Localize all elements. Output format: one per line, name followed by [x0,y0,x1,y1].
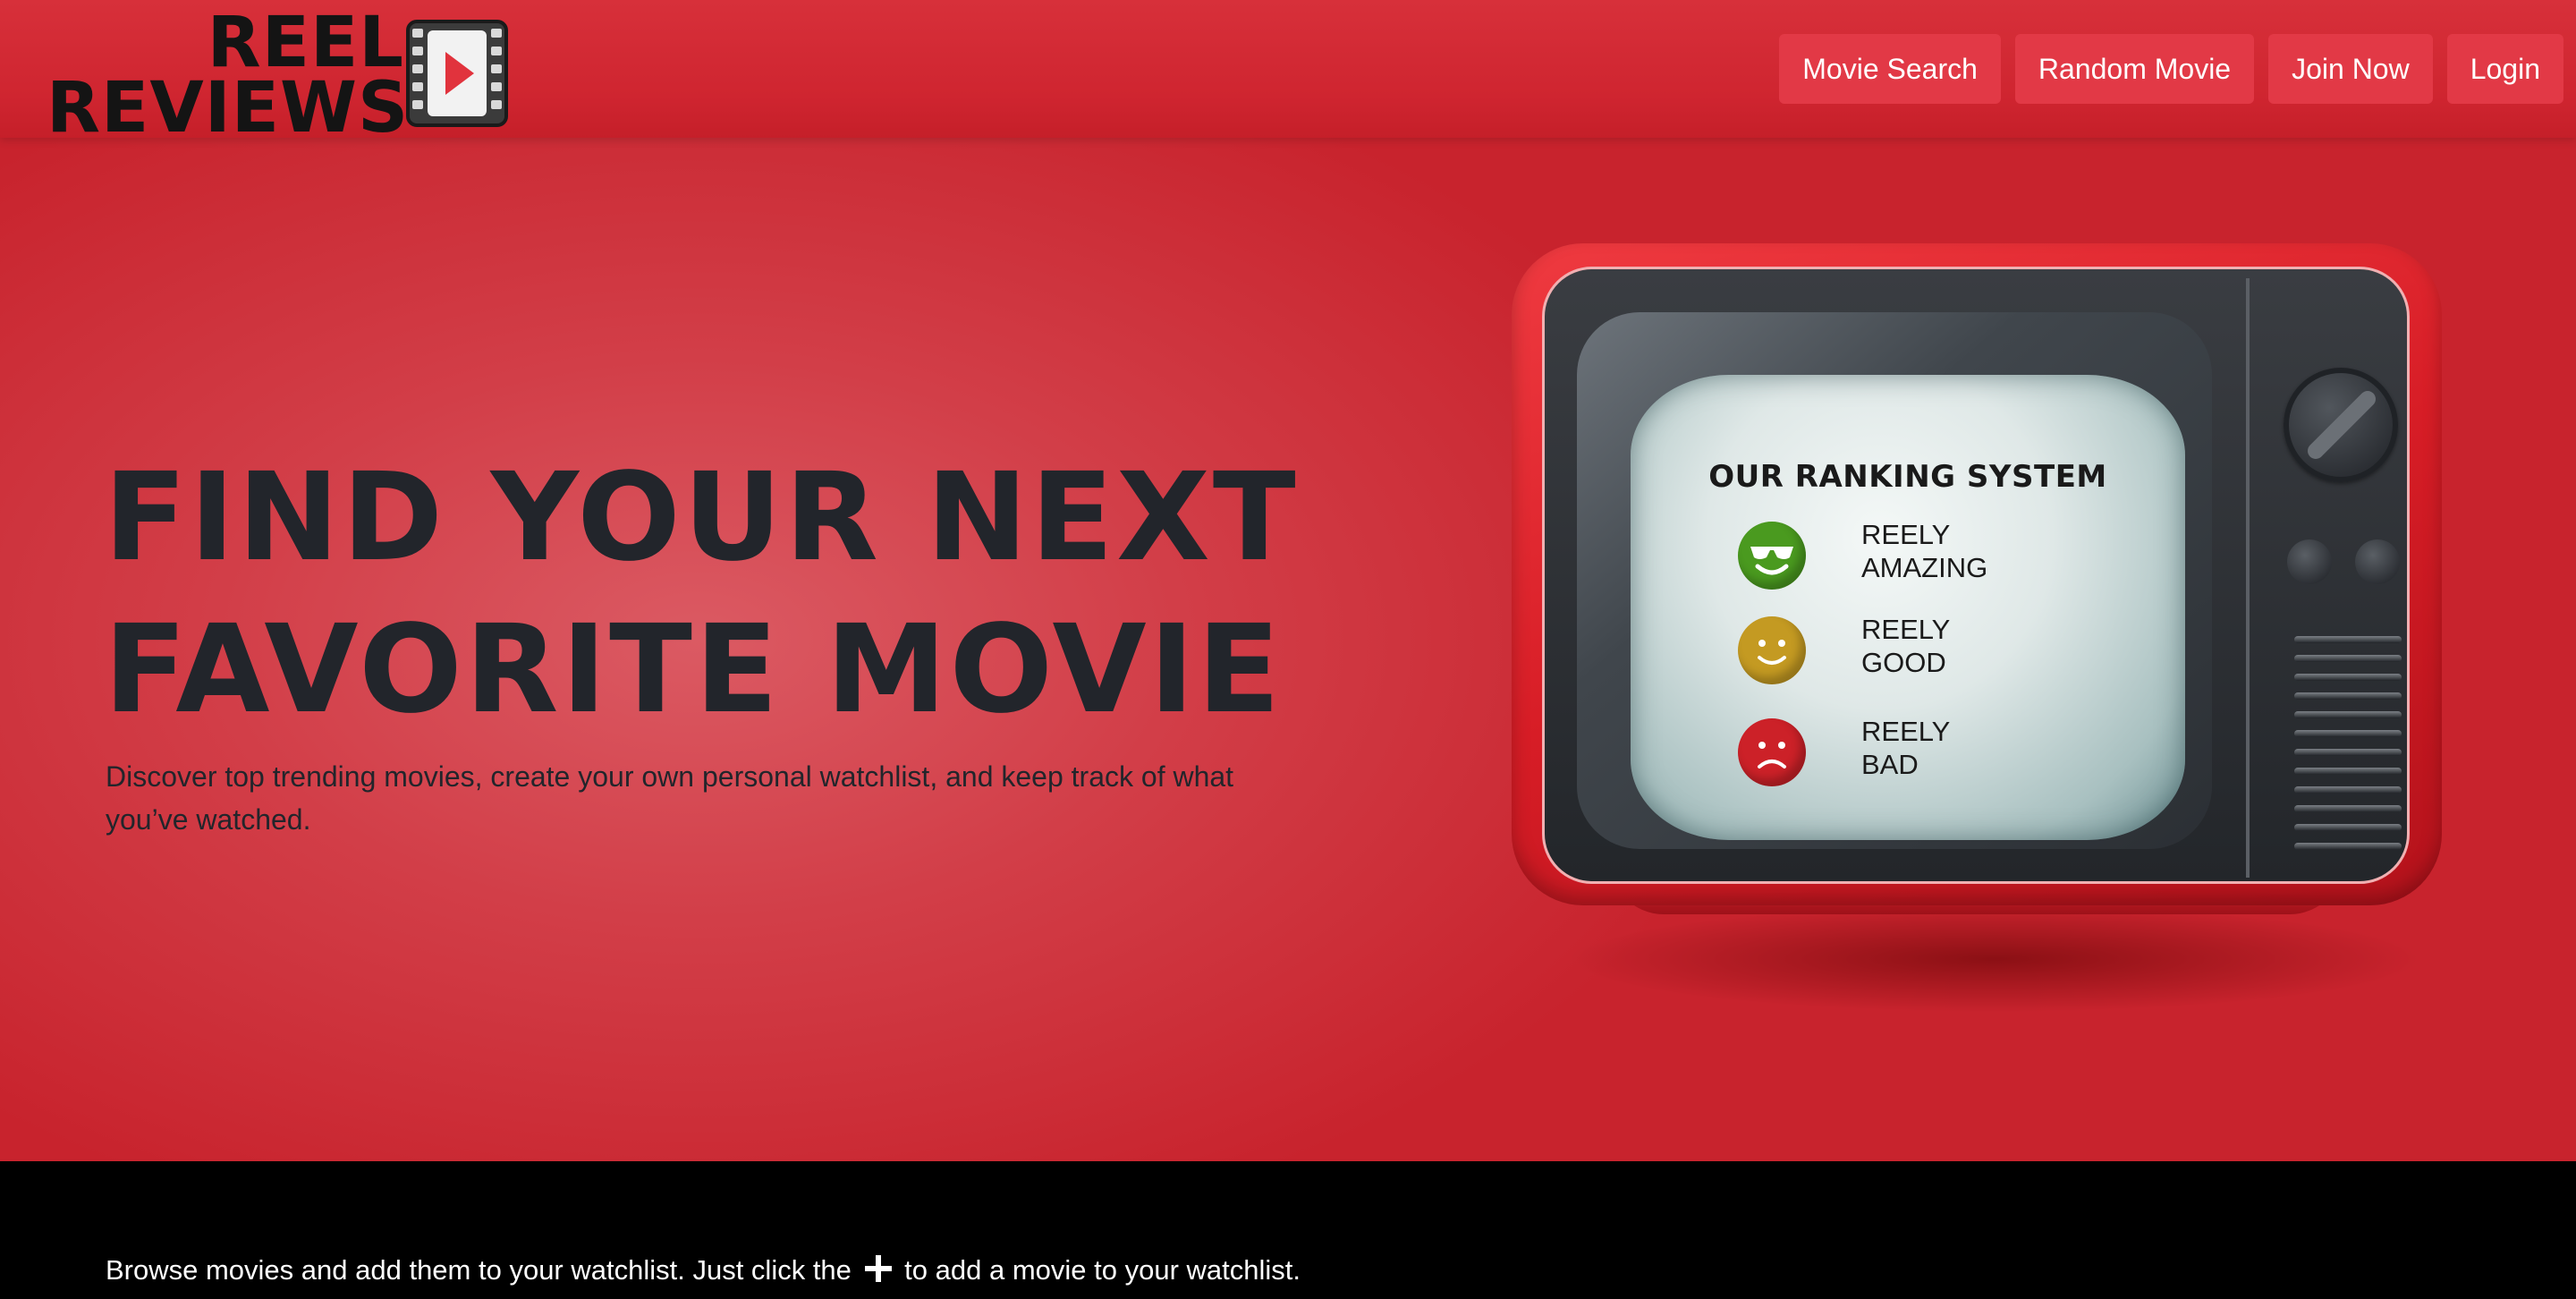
ranking-label-line2: GOOD [1861,647,1946,678]
smile-face-icon [1738,616,1806,684]
logo-wordmark: REEL REVIEWS [47,3,408,144]
hero-subtitle: Discover top trending movies, create you… [106,760,1234,836]
browse-text-before: Browse movies and add them to your watch… [106,1254,852,1286]
ranking-label-line2: BAD [1861,749,1919,780]
film-play-icon [406,20,508,127]
hero-title: FIND YOUR NEXT FAVORITE MOVIE [104,442,1374,746]
browse-text-after: to add a movie to your watchlist. [904,1254,1301,1286]
navbar: REEL REVIEWS Movie Search Random Movie J… [0,0,2576,144]
hero-section: FIND YOUR NEXT FAVORITE MOVIE Discover t… [0,138,2576,1161]
tv-illustration: OUR RANKING SYSTEM REELY AMAZING REELY G… [1512,243,2442,1013]
browse-instructions: Browse movies and add them to your watch… [106,1254,1301,1286]
nav-join-now-button[interactable]: Join Now [2268,34,2433,104]
hero-title-line2: FAVORITE MOVIE [104,599,1284,741]
ranking-label-line1: REELY [1861,716,1951,747]
tv-small-knob-right [2355,539,2400,584]
plus-icon [864,1255,892,1282]
ranking-label-line2: AMAZING [1861,552,1988,583]
nav-random-movie-button[interactable]: Random Movie [2014,34,2255,104]
tv-body: OUR RANKING SYSTEM REELY AMAZING REELY G… [1512,243,2442,905]
logo-line-reviews: REVIEWS [47,68,410,149]
tv-divider [2246,278,2250,878]
cool-face-icon [1738,522,1806,590]
tv-shadow [1565,905,2424,1013]
tv-bezel: OUR RANKING SYSTEM REELY AMAZING REELY G… [1577,312,2212,849]
ranking-row-amazing: REELY AMAZING [1738,518,2114,590]
tv-inner-panel: OUR RANKING SYSTEM REELY AMAZING REELY G… [1542,267,2410,884]
ranking-label-bad: REELY BAD [1861,715,2112,781]
logo-line-reel: REEL [207,3,404,83]
ranking-row-bad: REELY BAD [1738,715,2114,786]
tv-small-knob-left [2287,539,2332,584]
browse-section: Browse movies and add them to your watch… [0,1161,2576,1299]
ranking-title: OUR RANKING SYSTEM [1708,459,2107,495]
ranking-label-line1: REELY [1861,519,1951,550]
tv-screen: OUR RANKING SYSTEM REELY AMAZING REELY G… [1631,375,2185,840]
tv-speaker-grille [2294,636,2402,860]
hero-title-line1: FIND YOUR NEXT [104,447,1299,589]
nav-login-button[interactable]: Login [2446,34,2563,104]
nav-movie-search-button[interactable]: Movie Search [1779,34,2001,104]
ranking-row-good: REELY GOOD [1738,613,2114,684]
ranking-label-amazing: REELY AMAZING [1861,518,2112,584]
tv-channel-knob [2284,368,2398,482]
nav-links: Movie Search Random Movie Join Now Login [1779,34,2563,104]
ranking-label-good: REELY GOOD [1861,613,2112,679]
ranking-label-line1: REELY [1861,614,1951,645]
logo[interactable]: REEL REVIEWS [47,3,512,144]
sad-face-icon [1738,718,1806,786]
